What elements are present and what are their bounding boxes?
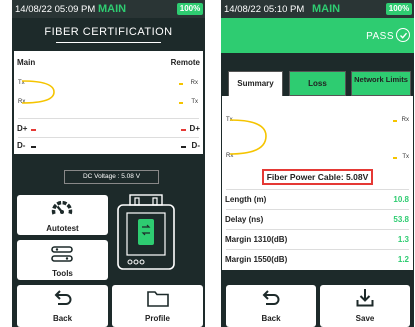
status-mode: MAIN (312, 3, 341, 15)
status-mode: MAIN (98, 3, 127, 15)
margin-1310-value: 1.3 (397, 235, 409, 244)
margin-1550-label: Margin 1550(dB) (225, 255, 288, 264)
status-bar: 14/08/22 05:10 PM MAIN 100% (221, 0, 414, 18)
main-dplus-indicator (31, 129, 36, 131)
remote-tx-signal (179, 102, 183, 104)
remote-rx-signal (393, 120, 397, 122)
tools-label: Tools (52, 269, 73, 278)
tester-device-icon (117, 194, 175, 270)
remote-dplus-indicator (181, 129, 186, 131)
length-label: Length (m) (225, 195, 267, 204)
tools-button[interactable]: Tools (17, 240, 108, 280)
back-button[interactable]: Back (226, 285, 316, 327)
gauge-icon (51, 200, 73, 215)
back-label: Back (261, 314, 281, 323)
profile-label: Profile (145, 314, 170, 323)
remote-dminus-indicator (181, 146, 186, 148)
main-dplus-label: D+ (17, 124, 28, 133)
connection-panel: Main Remote Tx Rx Rx Tx D+ D+ D- D- (14, 51, 203, 154)
panel-divider (18, 137, 199, 138)
main-label: Main (17, 58, 36, 67)
back-arrow-icon (262, 290, 280, 305)
page-title: FIBER CERTIFICATION (44, 26, 173, 38)
remote-tx-label: Tx (191, 99, 198, 105)
autotest-button[interactable]: Autotest (17, 195, 108, 235)
folder-icon (147, 291, 169, 307)
length-value: 10.8 (393, 195, 409, 204)
status-time: 14/08/22 05:10 PM (224, 4, 305, 15)
back-button[interactable]: Back (17, 285, 108, 327)
panel-divider (226, 189, 409, 190)
autotest-label: Autotest (46, 224, 79, 233)
panel-divider (18, 118, 199, 119)
status-time: 14/08/22 05:09 PM (15, 4, 96, 15)
margin-1550-value: 1.2 (397, 255, 409, 264)
main-dminus-indicator (31, 146, 36, 148)
main-screen: 14/08/22 05:09 PM MAIN 100% FIBER CERTIF… (12, 0, 205, 327)
remote-rx-signal (179, 83, 183, 85)
battery-indicator: 100% (386, 3, 412, 15)
result-banner: PASS (221, 18, 414, 53)
download-icon (356, 289, 374, 307)
remote-rx-label: Rx (190, 80, 198, 86)
remote-label: Remote (170, 58, 200, 67)
fiber-loop-icon (21, 80, 55, 104)
tab-summary[interactable]: Summary (228, 71, 283, 97)
check-circle-icon (396, 28, 410, 42)
pass-status: PASS (366, 31, 394, 42)
panel-divider (226, 229, 409, 230)
summary-panel: Tx Rx Rx Tx Fiber Power Cable: 5.08V Len… (222, 96, 413, 270)
tools-icon (51, 246, 73, 262)
main-dminus-label: D- (17, 141, 26, 150)
delay-label: Delay (ns) (225, 215, 264, 224)
panel-divider (226, 249, 409, 250)
remote-rx-label: Rx (401, 117, 409, 123)
save-button[interactable]: Save (320, 285, 410, 327)
tab-network-limits[interactable]: Network Limits (351, 71, 411, 96)
results-screen: 14/08/22 05:10 PM MAIN 100% PASS Summary… (221, 0, 414, 327)
title-underline (56, 42, 161, 43)
delay-value: 53.8 (393, 215, 409, 224)
save-label: Save (355, 314, 375, 323)
fiber-power-cable-readout: Fiber Power Cable: 5.08V (262, 169, 373, 185)
status-bar: 14/08/22 05:09 PM MAIN 100% (12, 0, 205, 18)
back-arrow-icon (54, 290, 72, 305)
battery-indicator: 100% (177, 3, 203, 15)
margin-1310-label: Margin 1310(dB) (225, 235, 288, 244)
remote-tx-label: Tx (402, 154, 409, 160)
profile-button[interactable]: Profile (112, 285, 203, 327)
panel-divider (226, 209, 409, 210)
remote-dplus-label: D+ (189, 124, 200, 133)
tab-loss[interactable]: Loss (289, 71, 346, 96)
remote-tx-signal (393, 157, 397, 159)
dc-voltage-readout: DC Voltage : 5.08 V (64, 170, 159, 184)
title-bar: FIBER CERTIFICATION (12, 18, 205, 48)
remote-dminus-label: D- (191, 141, 200, 150)
back-label: Back (52, 314, 73, 323)
fiber-loop-icon (229, 119, 267, 155)
